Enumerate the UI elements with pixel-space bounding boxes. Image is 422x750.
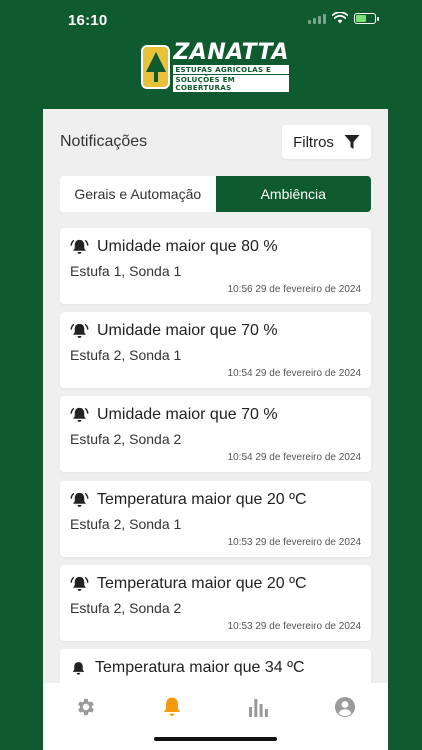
notification-location: Estufa 1, Sonda 1 xyxy=(70,263,182,279)
wifi-icon xyxy=(332,12,348,24)
notification-title: Temperatura maior que 34 ºC xyxy=(95,659,305,676)
bell-icon xyxy=(164,697,181,717)
notification-location: Estufa 2, Sonda 2 xyxy=(70,431,182,447)
bell-icon xyxy=(70,407,89,422)
status-time: 16:10 xyxy=(68,12,108,29)
notification-title: Umidade maior que 70 % xyxy=(97,322,278,339)
notifications-panel: Notificações Filtros Gerais e Automação … xyxy=(43,109,388,750)
bell-icon xyxy=(70,492,89,507)
bar-chart-icon xyxy=(248,699,268,717)
notification-datetime: 10:53 29 de fevereiro de 2024 xyxy=(227,621,361,632)
notification-card[interactable]: Temperatura maior que 20 ºC Estufa 2, So… xyxy=(60,481,371,557)
tab-settings[interactable] xyxy=(43,683,129,750)
home-indicator xyxy=(154,737,277,741)
brand-name: ZANATTA xyxy=(173,40,289,66)
panel-header: Notificações Filtros xyxy=(60,125,371,159)
signal-icon xyxy=(308,13,326,24)
brand-tagline-1: ESTUFAS AGRÍCOLAS E xyxy=(173,65,289,75)
notification-title: Temperatura maior que 20 ºC xyxy=(97,575,307,592)
bell-icon xyxy=(70,239,89,254)
gear-icon xyxy=(78,698,95,716)
notification-datetime: 10:56 29 de fevereiro de 2024 xyxy=(227,284,361,295)
notification-datetime: 10:53 29 de fevereiro de 2024 xyxy=(227,537,361,548)
status-icons xyxy=(308,12,379,24)
user-icon xyxy=(334,697,355,717)
bell-icon xyxy=(72,661,85,675)
category-tabs: Gerais e Automação Ambiência xyxy=(60,176,371,212)
notification-title: Umidade maior que 80 % xyxy=(97,238,278,255)
filters-label: Filtros xyxy=(293,133,334,151)
tab-gerais-automacao[interactable]: Gerais e Automação xyxy=(60,176,216,212)
bell-icon xyxy=(70,323,89,338)
status-bar: 16:10 xyxy=(0,0,422,40)
notification-card[interactable]: Umidade maior que 80 % Estufa 1, Sonda 1… xyxy=(60,228,371,304)
notification-title: Umidade maior que 70 % xyxy=(97,406,278,423)
page-title: Notificações xyxy=(60,133,148,150)
filter-icon xyxy=(344,135,360,149)
notification-title: Temperatura maior que 20 ºC xyxy=(97,491,307,508)
brand-logo: ZANATTA ESTUFAS AGRÍCOLAS E SOLUÇÕES EM … xyxy=(141,40,289,92)
notification-location: Estufa 2, Sonda 1 xyxy=(70,516,182,532)
filters-button[interactable]: Filtros xyxy=(282,125,371,159)
tree-logo-icon xyxy=(141,45,171,89)
notification-card[interactable]: Umidade maior que 70 % Estufa 2, Sonda 2… xyxy=(60,396,371,472)
notification-card[interactable]: Umidade maior que 70 % Estufa 2, Sonda 1… xyxy=(60,312,371,388)
notification-location: Estufa 2, Sonda 1 xyxy=(70,347,182,363)
tab-ambiencia[interactable]: Ambiência xyxy=(215,176,371,212)
notification-datetime: 10:54 29 de fevereiro de 2024 xyxy=(227,368,361,379)
brand-tagline-2: SOLUÇÕES EM COBERTURAS xyxy=(173,75,289,92)
tab-profile[interactable] xyxy=(302,683,388,750)
notification-location: Estufa 2, Sonda 2 xyxy=(70,600,182,616)
notification-card[interactable]: Temperatura maior que 20 ºC Estufa 2, So… xyxy=(60,565,371,641)
notification-datetime: 10:54 29 de fevereiro de 2024 xyxy=(227,452,361,463)
battery-icon xyxy=(354,12,379,24)
bell-icon xyxy=(70,576,89,591)
